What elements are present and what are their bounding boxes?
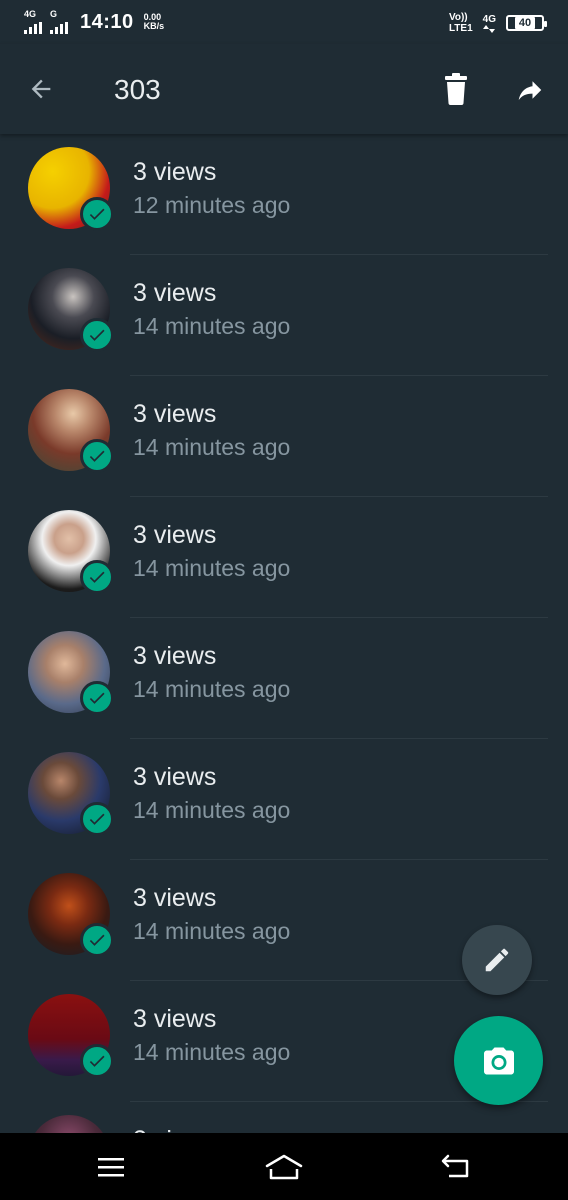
forward-button[interactable]	[510, 70, 550, 110]
navigation-bar	[0, 1133, 568, 1200]
menu-icon	[98, 1158, 124, 1177]
status-time: 14 minutes ago	[133, 797, 291, 823]
status-row[interactable]: 3 views 14 minutes ago	[0, 376, 568, 497]
status-thumbnail[interactable]	[28, 631, 114, 717]
status-thumbnail[interactable]	[28, 752, 114, 838]
views-count: 3 views	[133, 400, 217, 428]
back-icon	[441, 1154, 469, 1178]
battery-level: 40	[514, 17, 536, 29]
sim2-label: G	[50, 9, 58, 19]
forward-icon	[518, 81, 542, 100]
status-thumbnail[interactable]	[28, 1115, 114, 1134]
check-icon	[80, 318, 114, 352]
camera-status-button[interactable]	[454, 1016, 543, 1105]
status-time: 14 minutes ago	[133, 1039, 291, 1065]
home-icon	[265, 1154, 303, 1180]
edit-text-status-button[interactable]	[462, 925, 532, 995]
status-thumbnail[interactable]	[28, 147, 114, 233]
status-row[interactable]: 3 views 14 minutes ago	[0, 739, 568, 860]
views-count: 3 views	[133, 763, 217, 791]
sim1-signal: 4G	[24, 10, 42, 34]
status-row[interactable]: 3 views 14 minutes ago	[0, 618, 568, 739]
check-icon	[80, 197, 114, 231]
data-arrows-icon	[483, 24, 496, 33]
views-count: 3 views	[133, 642, 217, 670]
delete-button[interactable]	[436, 68, 476, 110]
network-type-label: 4G	[482, 13, 496, 25]
camera-icon	[483, 1047, 514, 1074]
app-bar: 303	[0, 44, 568, 134]
pencil-icon	[485, 948, 509, 972]
arrow-left-icon	[31, 79, 51, 99]
back-nav-button[interactable]	[434, 1149, 478, 1185]
net-speed: 0.00 KB/s	[144, 13, 165, 31]
status-row[interactable]: 3 views	[0, 1102, 568, 1134]
status-time: 14 minutes ago	[133, 555, 291, 581]
views-count: 3 views	[133, 1005, 217, 1033]
status-time: 14 minutes ago	[133, 918, 291, 944]
status-bar-left: 4G G 14:10 0.00 KB/s	[24, 8, 164, 36]
volte-indicator: Vo)) LTE1	[449, 12, 473, 34]
status-time: 14 minutes ago	[133, 434, 291, 460]
check-icon	[80, 681, 114, 715]
status-row[interactable]: 3 views 12 minutes ago	[0, 134, 568, 255]
views-count: 3 views	[133, 158, 217, 186]
back-button[interactable]	[22, 70, 60, 108]
clock: 14:10	[80, 10, 134, 33]
battery-icon: 40	[506, 15, 547, 31]
check-icon	[80, 560, 114, 594]
volte-bottom: LTE1	[448, 23, 473, 34]
views-count: 3 views	[133, 279, 217, 307]
sim2-signal: G	[50, 10, 68, 34]
net-speed-unit: KB/s	[143, 21, 165, 31]
status-thumbnail[interactable]	[28, 994, 114, 1080]
check-icon	[80, 439, 114, 473]
sim1-label: 4G	[24, 9, 37, 19]
screen: 4G G 14:10 0.00 KB/s Vo)) LTE1 4G 40 303…	[0, 0, 568, 1200]
network-type: 4G	[483, 14, 496, 33]
status-row[interactable]: 3 views 14 minutes ago	[0, 255, 568, 376]
status-thumbnail[interactable]	[28, 268, 114, 354]
volte-top: Vo))	[448, 12, 468, 23]
page-title: 303	[114, 74, 161, 105]
status-time: 14 minutes ago	[133, 313, 291, 339]
status-thumbnail[interactable]	[28, 873, 114, 959]
trash-icon	[445, 73, 467, 105]
menu-button[interactable]	[89, 1149, 133, 1185]
status-row[interactable]: 3 views 14 minutes ago	[0, 497, 568, 618]
status-bar: 4G G 14:10 0.00 KB/s Vo)) LTE1 4G 40	[0, 0, 568, 44]
check-icon	[80, 802, 114, 836]
status-thumbnail[interactable]	[28, 510, 114, 596]
status-time: 12 minutes ago	[133, 192, 291, 218]
views-count: 3 views	[133, 884, 217, 912]
thumbnail-image	[28, 1115, 110, 1134]
check-icon	[80, 923, 114, 957]
status-bar-right: Vo)) LTE1 4G 40	[449, 10, 547, 36]
check-icon	[80, 1044, 114, 1078]
status-thumbnail[interactable]	[28, 389, 114, 475]
home-button[interactable]	[262, 1149, 306, 1185]
views-count: 3 views	[133, 521, 217, 549]
status-time: 14 minutes ago	[133, 676, 291, 702]
